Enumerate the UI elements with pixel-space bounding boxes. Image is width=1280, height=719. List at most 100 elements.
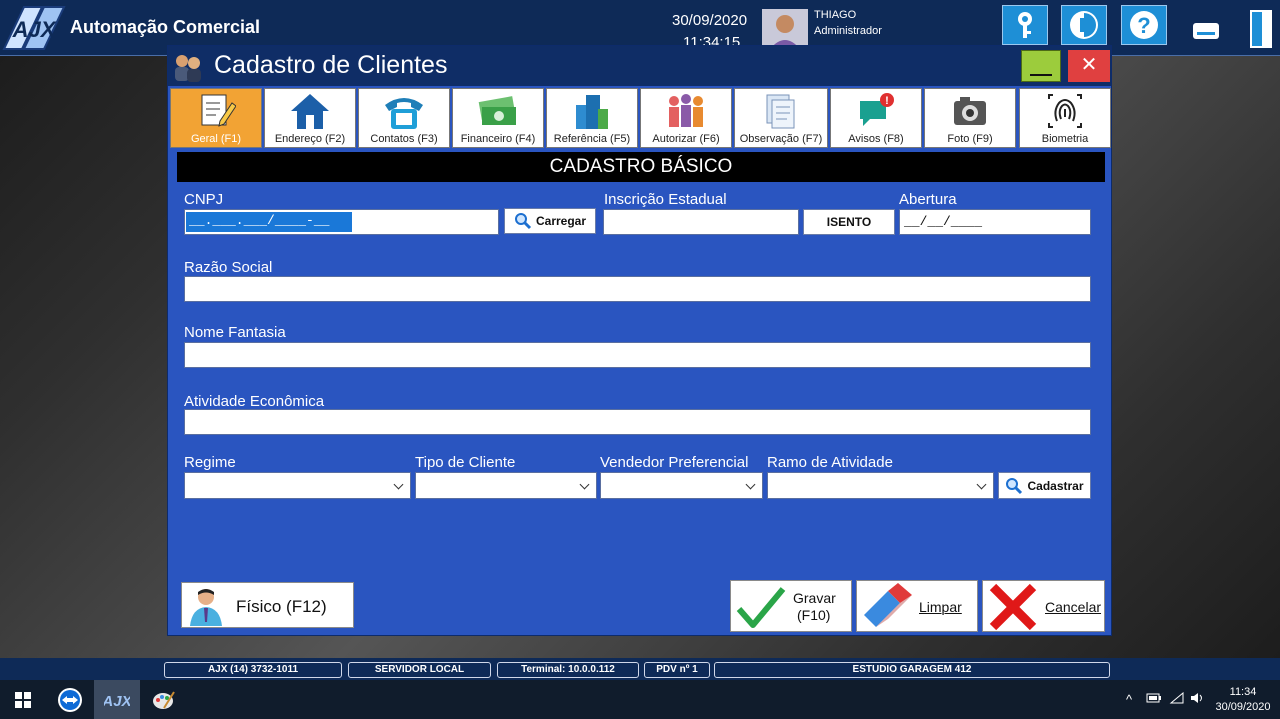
tab-financeiro[interactable]: Financeiro (F4) <box>452 88 544 148</box>
user-avatar <box>762 9 808 49</box>
tab-strip: Geral (F1) Endereço (F2) Contatos (F3) F… <box>169 87 1111 149</box>
isento-button[interactable]: ISENTO <box>803 209 895 235</box>
windows-taskbar: AJX ^ 11:34 30/09/2020 <box>0 680 1280 719</box>
exit-door-icon <box>1250 10 1272 48</box>
status-company: ESTUDIO GARAGEM 412 <box>714 662 1110 678</box>
search-icon <box>1006 477 1023 494</box>
support-button[interactable] <box>1061 5 1107 45</box>
wifi-icon[interactable] <box>1169 691 1185 707</box>
tab-label: Contatos (F3) <box>370 133 438 145</box>
status-server: SERVIDOR LOCAL <box>348 662 491 678</box>
vendedor-label: Vendedor Preferencial <box>600 454 749 471</box>
fingerprint-icon <box>1048 94 1082 128</box>
abertura-field[interactable]: __/__/____ <box>899 209 1091 235</box>
tab-label: Biometria <box>1041 133 1089 145</box>
gravar-label-line1: Gravar <box>793 590 836 606</box>
tab-label: Endereço (F2) <box>274 133 346 145</box>
svg-text:AJX: AJX <box>12 17 57 42</box>
house-icon <box>291 94 329 129</box>
regime-select[interactable] <box>184 472 411 499</box>
gravar-label-line2: (F10) <box>797 607 831 623</box>
tab-referencia[interactable]: Referência (F5) <box>546 88 638 148</box>
atividade-economica-label: Atividade Econômica <box>184 393 325 410</box>
user-name: THIAGO <box>814 9 857 21</box>
limpar-button[interactable]: Limpar <box>856 580 978 632</box>
help-button[interactable]: ? <box>1121 5 1167 45</box>
minimize-icon <box>1193 23 1219 39</box>
money-icon <box>478 96 516 125</box>
help-icon: ? <box>1130 11 1158 39</box>
system-clock[interactable]: 11:34 30/09/2020 <box>1214 685 1272 715</box>
dialog-title: Cadastro de Clientes <box>214 51 448 79</box>
key-icon <box>1018 12 1032 38</box>
cadastro-clientes-dialog: Cadastro de Clientes ✕ Geral (F1) Endere… <box>167 45 1112 636</box>
vendedor-select[interactable] <box>600 472 763 499</box>
limpar-label: Limpar <box>919 599 962 615</box>
load-button-label: Carregar <box>535 214 587 228</box>
header-date: 30/09/2020 <box>672 12 748 29</box>
cancelar-label: Cancelar <box>1045 599 1102 615</box>
tab-geral[interactable]: Geral (F1) <box>170 88 262 148</box>
cancelar-button[interactable]: Cancelar <box>982 580 1105 632</box>
clients-icon <box>172 52 204 82</box>
tab-avisos[interactable]: ! Avisos (F8) <box>830 88 922 148</box>
exit-button[interactable] <box>1236 4 1280 52</box>
telephone-icon <box>385 98 423 129</box>
nome-fantasia-field[interactable] <box>184 342 1091 368</box>
support-icon <box>1070 11 1098 39</box>
alert-chat-icon: ! <box>860 93 894 126</box>
tab-autorizar[interactable]: Autorizar (F6) <box>640 88 732 148</box>
cancel-x-icon <box>989 583 1037 631</box>
taskbar-paint[interactable] <box>141 680 187 719</box>
status-phone: AJX (14) 3732-1011 <box>164 662 342 678</box>
tab-label: Financeiro (F4) <box>460 133 536 145</box>
battery-icon[interactable] <box>1146 692 1162 707</box>
minimize-app-button[interactable] <box>1183 5 1229 45</box>
ramo-atividade-label: Ramo de Atividade <box>767 454 893 471</box>
tab-endereco[interactable]: Endereço (F2) <box>264 88 356 148</box>
tab-foto[interactable]: Foto (F9) <box>924 88 1016 148</box>
razao-social-field[interactable] <box>184 276 1091 302</box>
fisico-button[interactable]: Físico (F12) <box>181 582 354 628</box>
cadastrar-button[interactable]: Cadastrar <box>998 472 1091 499</box>
taskbar-teamviewer[interactable] <box>47 680 93 719</box>
load-button[interactable]: Carregar <box>504 208 596 234</box>
windows-icon <box>15 691 31 708</box>
tab-label: Referência (F5) <box>553 133 631 145</box>
ie-field[interactable] <box>603 209 799 235</box>
user-role: Administrador <box>814 25 882 37</box>
checkmark-icon <box>736 587 786 628</box>
start-button[interactable] <box>0 680 46 719</box>
tab-contatos[interactable]: Contatos (F3) <box>358 88 450 148</box>
dialog-minimize-button[interactable] <box>1021 50 1061 82</box>
ajx-logo: AJX <box>2 3 66 51</box>
app-title: Automação Comercial <box>70 17 261 37</box>
cnpj-field[interactable]: __.___.___/____-__ <box>184 209 499 235</box>
cadastrar-button-label: Cadastrar <box>1027 478 1084 493</box>
ajx-app-icon: AJX <box>104 693 130 710</box>
tab-label: Autorizar (F6) <box>652 133 720 145</box>
tipo-cliente-select[interactable] <box>415 472 597 499</box>
abertura-label: Abertura <box>899 191 957 208</box>
tab-observacao[interactable]: Observação (F7) <box>734 88 828 148</box>
fisico-label: Físico (F12) <box>236 597 327 616</box>
buildings-icon <box>576 95 608 129</box>
ramo-atividade-select[interactable] <box>767 472 994 499</box>
person-icon <box>190 589 222 626</box>
taskbar-ajx[interactable]: AJX <box>94 680 140 719</box>
tab-label: Avisos (F8) <box>848 133 904 145</box>
svg-text:?: ? <box>1137 13 1150 38</box>
tab-label: Geral (F1) <box>190 133 242 145</box>
svg-text:AJX: AJX <box>104 693 130 710</box>
volume-icon[interactable] <box>1190 692 1206 707</box>
cnpj-label: CNPJ <box>184 191 224 208</box>
cnpj-mask-selection: __.___.___/____-__ <box>186 212 352 232</box>
dialog-title-bar: Cadastro de Clientes ✕ <box>168 46 1111 86</box>
atividade-economica-field[interactable] <box>184 409 1091 435</box>
ie-label: Inscrição Estadual <box>604 191 727 208</box>
dialog-close-button[interactable]: ✕ <box>1068 50 1110 82</box>
tab-biometria[interactable]: Biometria <box>1019 88 1111 148</box>
tray-chevron[interactable]: ^ <box>1126 692 1132 707</box>
key-button[interactable] <box>1002 5 1048 45</box>
gravar-button[interactable]: Gravar (F10) <box>730 580 852 632</box>
